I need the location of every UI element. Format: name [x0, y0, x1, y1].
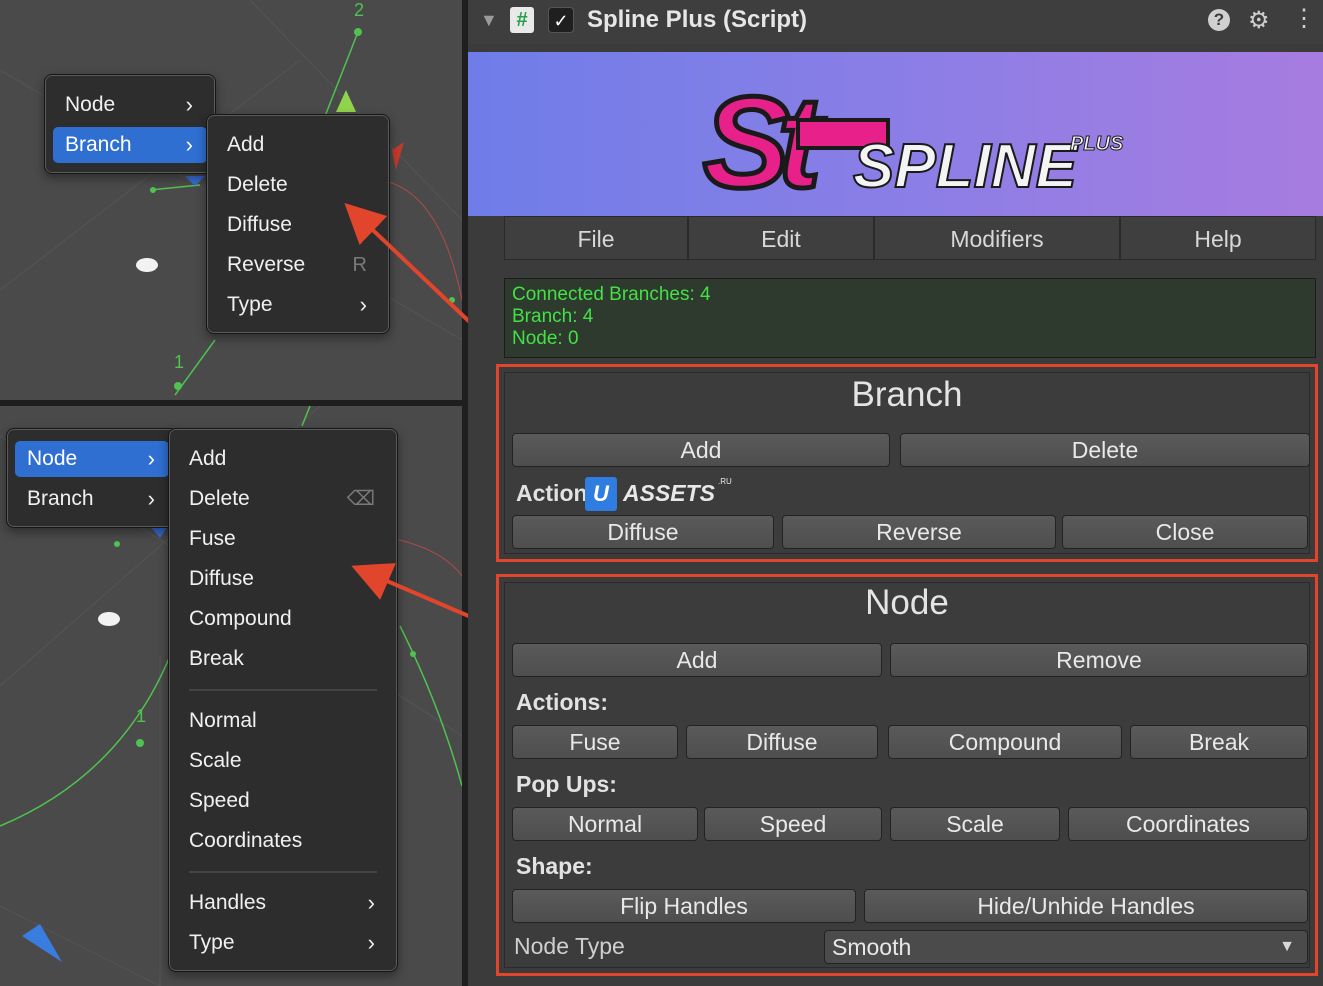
- node-break-button[interactable]: Break: [1130, 725, 1308, 759]
- node-diffuse-button[interactable]: Diffuse: [686, 725, 878, 759]
- hide-unhide-handles-button[interactable]: Hide/Unhide Handles: [864, 889, 1308, 923]
- branch-section: Branch Add Delete Actions: Diffuse Rever…: [504, 372, 1310, 554]
- node-type-value: Smooth: [832, 934, 912, 960]
- arrow-annotation-bottom: [351, 563, 479, 622]
- info-node: Node: 0: [512, 328, 579, 349]
- branch-delete-button[interactable]: Delete: [900, 433, 1310, 467]
- node-title: Node: [865, 583, 949, 622]
- tab-modifiers[interactable]: Modifiers: [874, 216, 1120, 260]
- watermark-badge: U: [585, 477, 617, 511]
- branch-diffuse-button[interactable]: Diffuse: [512, 515, 774, 549]
- node-section: Node Add Remove Actions: Fuse Diffuse Co…: [504, 582, 1310, 968]
- node-remove-button[interactable]: Remove: [890, 643, 1308, 677]
- branch-close-button[interactable]: Close: [1062, 515, 1308, 549]
- tab-file[interactable]: File: [504, 216, 688, 260]
- spline-plus-logo: St SPLINE PLUS: [701, 67, 1125, 218]
- info-branch: Branch: 4: [512, 306, 594, 327]
- node-fuse-button[interactable]: Fuse: [512, 725, 678, 759]
- watermark-text: ASSETS: [623, 480, 716, 506]
- node-actions-label: Actions:: [516, 689, 608, 715]
- node-shape-label: Shape:: [516, 853, 593, 879]
- logo-text: SPLINE: [853, 132, 1079, 201]
- tab-help[interactable]: Help: [1120, 216, 1316, 260]
- tab-edit[interactable]: Edit: [688, 216, 874, 260]
- logo-banner: St SPLINE PLUS: [468, 52, 1323, 218]
- branch-title: Branch: [851, 375, 963, 414]
- enabled-checkbox[interactable]: ✓: [548, 7, 574, 33]
- node-popups-label: Pop Ups:: [516, 771, 617, 797]
- popup-coordinates-button[interactable]: Coordinates: [1068, 807, 1308, 841]
- arrow-annotation-top: [344, 202, 478, 330]
- node-type-dropdown[interactable]: Smooth ▼: [824, 930, 1308, 964]
- info-box: Connected Branches: 4 Branch: 4 Node: 0: [504, 278, 1316, 358]
- menu-bar: File Edit Modifiers Help: [504, 216, 1316, 260]
- node-add-button[interactable]: Add: [512, 643, 882, 677]
- branch-reverse-button[interactable]: Reverse: [782, 515, 1056, 549]
- node-compound-button[interactable]: Compound: [888, 725, 1122, 759]
- dropdown-arrow-icon: ▼: [1279, 938, 1295, 955]
- foldout-arrow-icon[interactable]: ▼: [480, 10, 498, 31]
- watermark-sup: .RU: [718, 477, 732, 486]
- branch-add-button[interactable]: Add: [512, 433, 890, 467]
- kebab-menu-icon[interactable]: ⋮: [1292, 4, 1316, 33]
- flip-handles-button[interactable]: Flip Handles: [512, 889, 856, 923]
- popup-normal-button[interactable]: Normal: [512, 807, 698, 841]
- component-header: ▼ # ✓ Spline Plus (Script) ? ⚙ ⋮: [468, 0, 1323, 44]
- popup-scale-button[interactable]: Scale: [890, 807, 1060, 841]
- help-icon[interactable]: ?: [1208, 9, 1230, 31]
- inspector-panel: ▼ # ✓ Spline Plus (Script) ? ⚙ ⋮ St SPLI…: [468, 0, 1323, 986]
- node-type-label: Node Type: [514, 933, 625, 959]
- logo-subtext: PLUS: [1070, 133, 1124, 155]
- preset-sliders-icon[interactable]: ⚙: [1248, 6, 1270, 35]
- popup-speed-button[interactable]: Speed: [704, 807, 882, 841]
- info-connected-branches: Connected Branches: 4: [512, 284, 711, 305]
- script-hash-icon: #: [510, 7, 534, 33]
- component-title: Spline Plus (Script): [587, 6, 808, 33]
